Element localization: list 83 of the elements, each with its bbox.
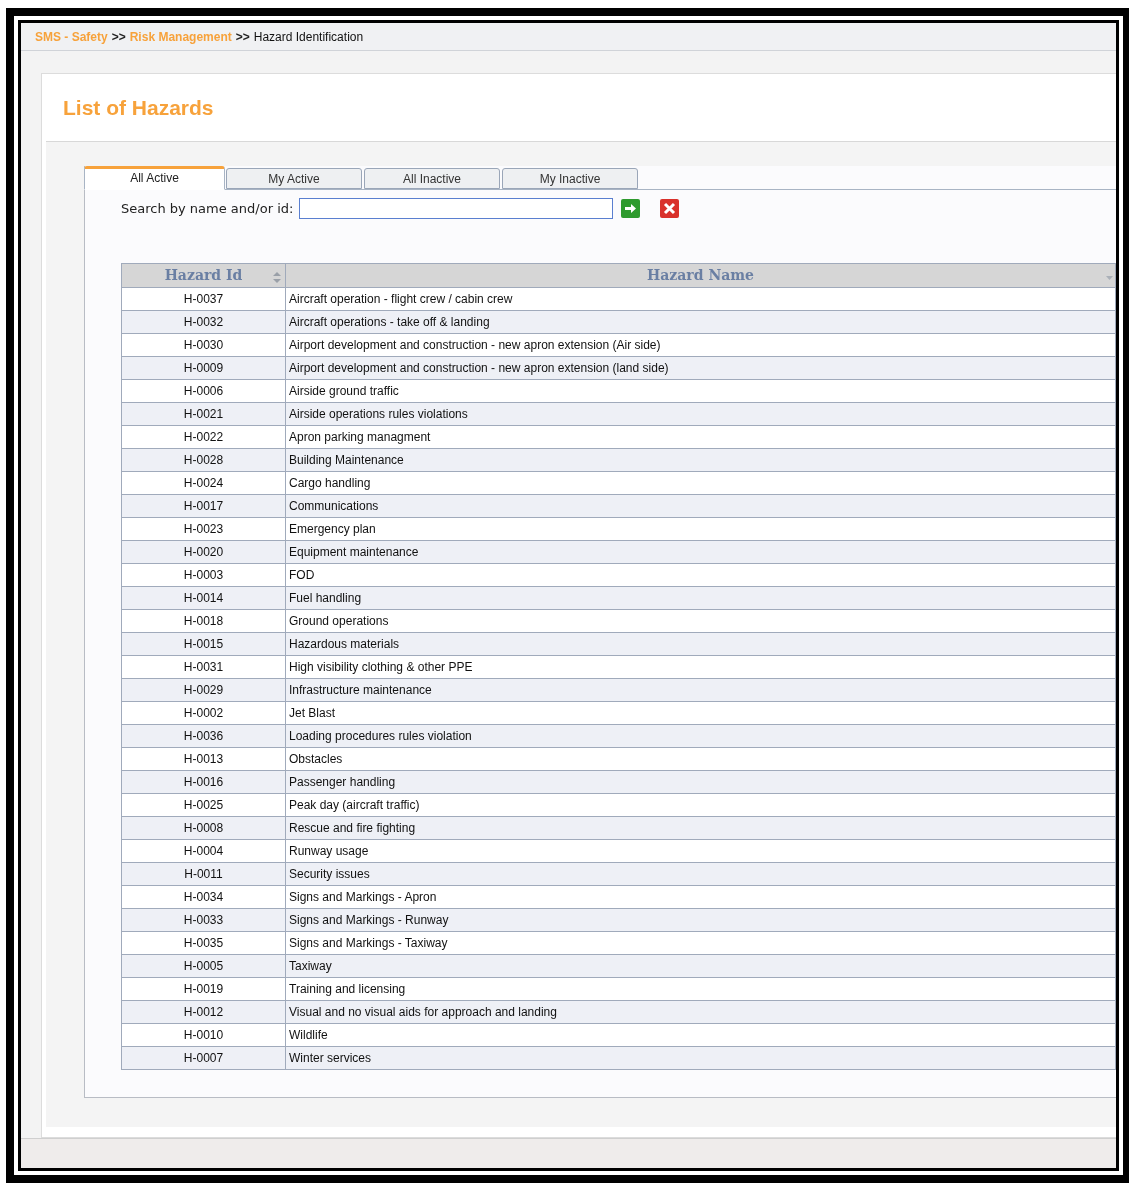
- table-cell: H-0012: [121, 1000, 286, 1024]
- table-cell: Fuel handling: [285, 586, 1116, 610]
- table-cell: FOD: [285, 563, 1116, 587]
- table-cell: Wildlife: [285, 1023, 1116, 1047]
- table-cell: H-0005: [121, 954, 286, 978]
- search-label: Search by name and/or id:: [121, 199, 294, 218]
- close-icon: [663, 202, 677, 215]
- table-cell: H-0030: [121, 333, 286, 357]
- table-cell: H-0034: [121, 885, 286, 909]
- table-cell: H-0032: [121, 310, 286, 334]
- table-cell: H-0022: [121, 425, 286, 449]
- table-cell: Runway usage: [285, 839, 1116, 863]
- table-cell: Obstacles: [285, 747, 1116, 771]
- table-cell: Jet Blast: [285, 701, 1116, 725]
- table-cell: H-0037: [121, 287, 286, 311]
- table-cell: H-0009: [121, 356, 286, 380]
- table-cell: Emergency plan: [285, 517, 1116, 541]
- table-cell: Apron parking managment: [285, 425, 1116, 449]
- table-cell: Equipment maintenance: [285, 540, 1116, 564]
- breadcrumb-current: Hazard Identification: [253, 28, 364, 46]
- table-cell: H-0024: [121, 471, 286, 495]
- table-cell: H-0033: [121, 908, 286, 932]
- table-cell: Security issues: [285, 862, 1116, 886]
- table-cell: H-0006: [121, 379, 286, 403]
- table-cell: H-0017: [121, 494, 286, 518]
- table-cell: H-0011: [121, 862, 286, 886]
- breadcrumb-separator: >>: [235, 28, 250, 46]
- table-cell: H-0025: [121, 793, 286, 817]
- table-cell: H-0002: [121, 701, 286, 725]
- arrow-right-icon: [624, 202, 638, 215]
- table-cell: Signs and Markings - Taxiway: [285, 931, 1116, 955]
- table-cell: H-0021: [121, 402, 286, 426]
- tab[interactable]: My Inactive: [502, 168, 638, 189]
- table-cell: Cargo handling: [285, 471, 1116, 495]
- tab[interactable]: All Active: [84, 166, 225, 190]
- table-cell: H-0028: [121, 448, 286, 472]
- table-cell: H-0036: [121, 724, 286, 748]
- table-cell: Taxiway: [285, 954, 1116, 978]
- table-cell: Airside operations rules violations: [285, 402, 1116, 426]
- go-button[interactable]: [621, 199, 641, 218]
- table-cell: Signs and Markings - Apron: [285, 885, 1116, 909]
- table-cell: High visibility clothing & other PPE: [285, 655, 1116, 679]
- breadcrumb-separator: >>: [111, 28, 126, 46]
- table-cell: Peak day (aircraft traffic): [285, 793, 1116, 817]
- table-cell: Loading procedures rules violation: [285, 724, 1116, 748]
- table-cell: H-0018: [121, 609, 286, 633]
- table-cell: H-0020: [121, 540, 286, 564]
- table-cell: H-0004: [121, 839, 286, 863]
- table-cell: Signs and Markings - Runway: [285, 908, 1116, 932]
- table-cell: H-0007: [121, 1046, 286, 1070]
- table-cell: Training and licensing: [285, 977, 1116, 1001]
- table-cell: H-0013: [121, 747, 286, 771]
- table-cell: Ground operations: [285, 609, 1116, 633]
- table-cell: Hazardous materials: [285, 632, 1116, 656]
- table-cell: H-0003: [121, 563, 286, 587]
- table-cell: Passenger handling: [285, 770, 1116, 794]
- table-cell: Visual and no visual aids for approach and landing: [285, 1000, 1116, 1024]
- table-cell: Infrastructure maintenance: [285, 678, 1116, 702]
- tab[interactable]: All Inactive: [364, 168, 500, 189]
- table-cell: H-0008: [121, 816, 286, 840]
- table-cell: H-0029: [121, 678, 286, 702]
- table-cell: Airside ground traffic: [285, 379, 1116, 403]
- table-cell: H-0023: [121, 517, 286, 541]
- table-cell: H-0014: [121, 586, 286, 610]
- page-title: List of Hazards: [63, 94, 214, 121]
- table-cell: Aircraft operation - flight crew / cabin crew: [285, 287, 1116, 311]
- table-cell: Aircraft operations - take off & landing: [285, 310, 1116, 334]
- sort-icon[interactable]: [273, 272, 281, 283]
- table-cell: Rescue and fire fighting: [285, 816, 1116, 840]
- table-cell: H-0031: [121, 655, 286, 679]
- table-cell: H-0010: [121, 1023, 286, 1047]
- table-cell: Airport development and construction - new apron extension (land side): [285, 356, 1116, 380]
- table-cell: Airport development and construction - new apron extension (Air side): [285, 333, 1116, 357]
- tab[interactable]: My Active: [226, 168, 362, 189]
- table-cell: Communications: [285, 494, 1116, 518]
- clear-button[interactable]: [660, 199, 680, 218]
- table-cell: H-0016: [121, 770, 286, 794]
- table-cell: Winter services: [285, 1046, 1116, 1070]
- table-cell: H-0019: [121, 977, 286, 1001]
- table-cell: Building Maintenance: [285, 448, 1116, 472]
- table-cell: H-0035: [121, 931, 286, 955]
- search-field[interactable]: [299, 198, 614, 219]
- table-cell: H-0015: [121, 632, 286, 656]
